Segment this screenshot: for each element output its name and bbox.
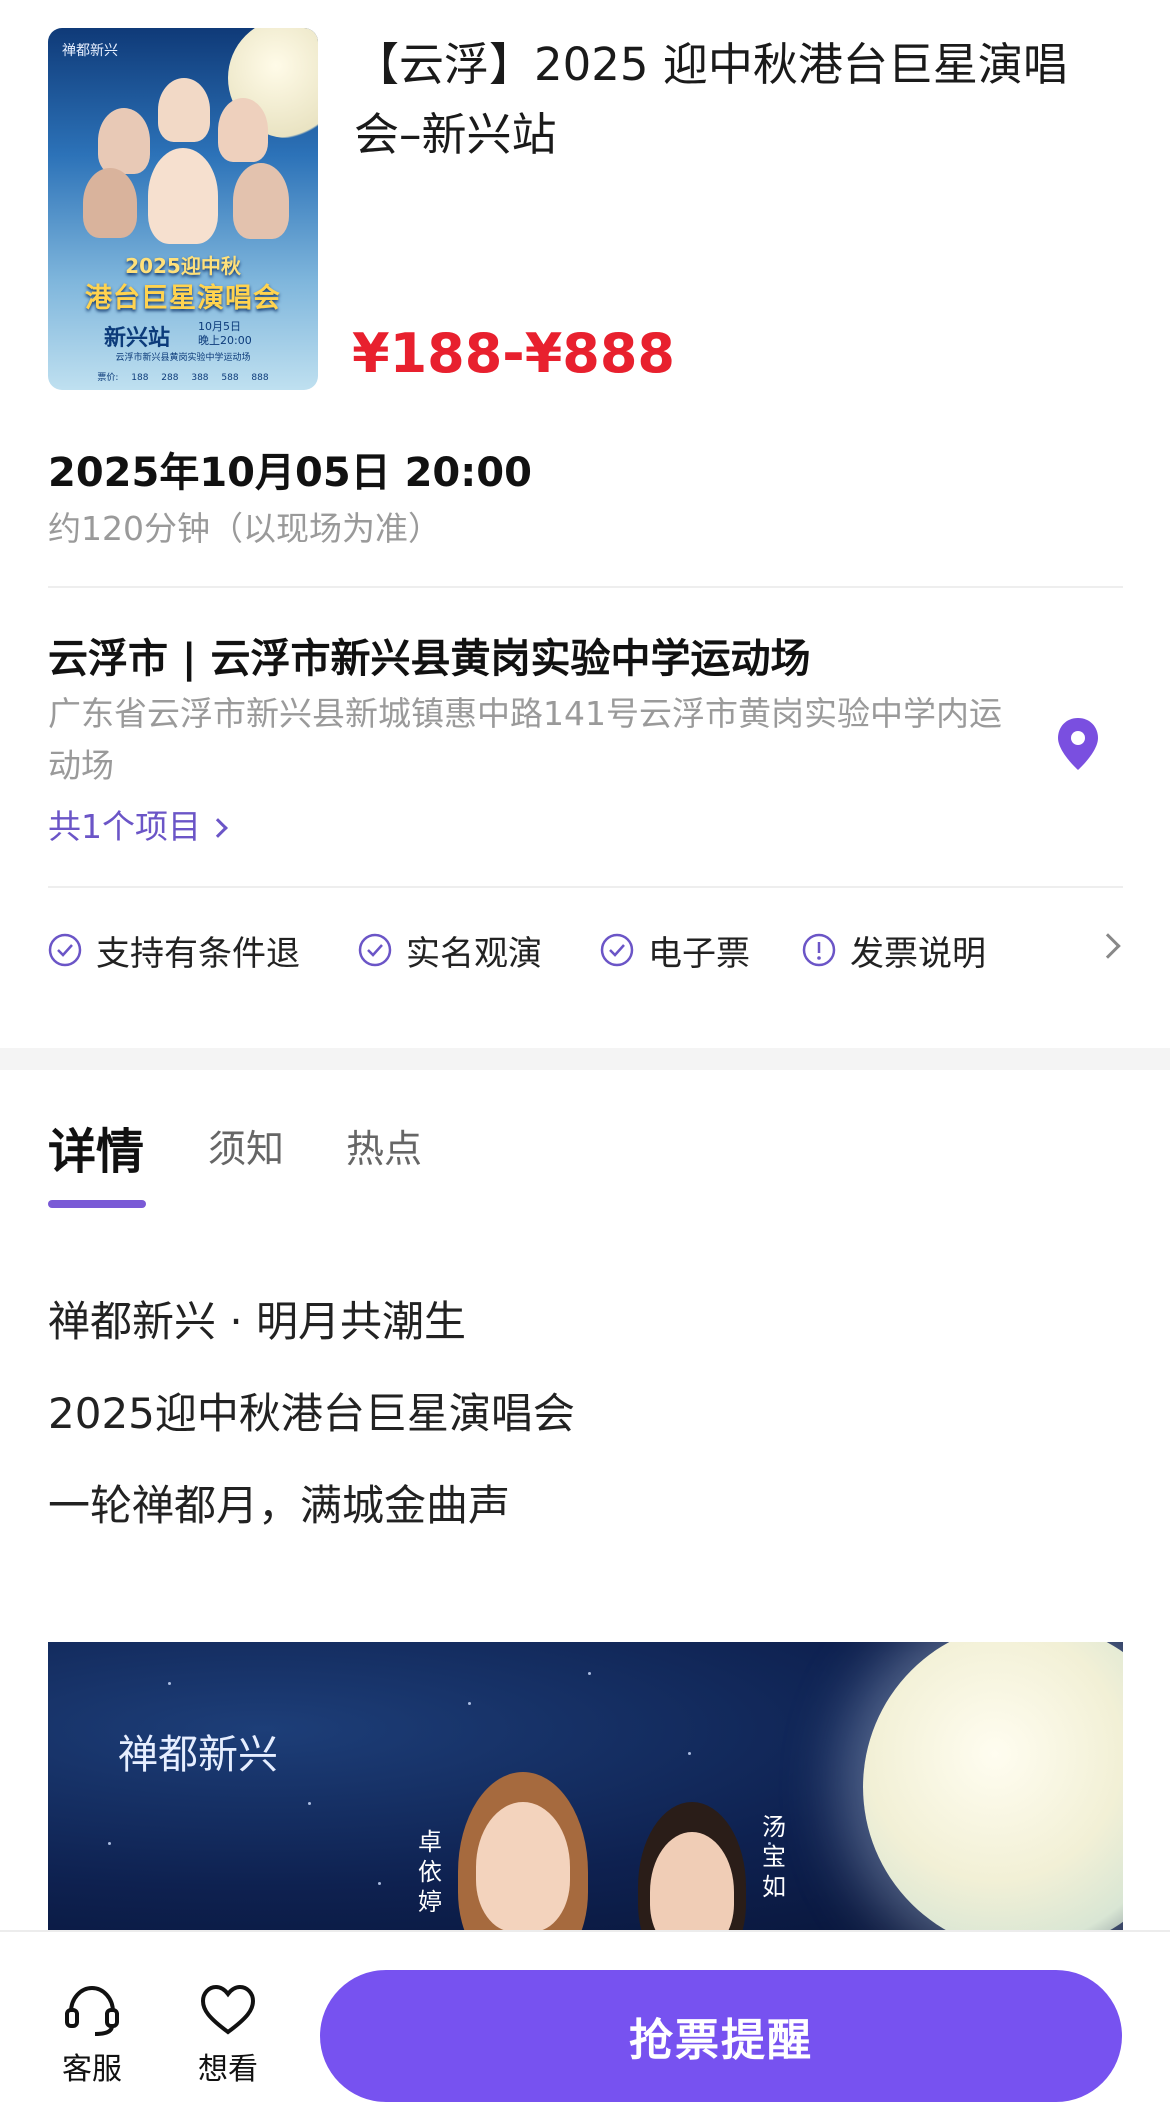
event-title: 【云浮】2025 迎中秋港台巨星演唱会–新兴站 [354, 38, 1068, 161]
banner-brand: 禅都新兴 [118, 1732, 278, 1778]
description-line: 2025迎中秋港台巨星演唱会 [48, 1389, 575, 1438]
venue-address: 广东省云浮市新兴县新城镇惠中路141号云浮市黄岗实验中学内运动场 [48, 694, 1002, 785]
project-count-label: 共1个项目 [48, 807, 201, 846]
tab-hot[interactable]: 热点 [346, 1118, 422, 1173]
location-pin-icon[interactable] [1054, 716, 1102, 772]
event-datetime: 2025年10月05日 20:00 [48, 450, 532, 496]
poster-date-day: 10月5日 [198, 320, 241, 333]
service-features[interactable]: 支持有条件退 实名观演 电子票 发票说明 [48, 925, 1123, 975]
divider [48, 886, 1123, 888]
feature-label: 电子票 [648, 933, 750, 974]
banner-artist-name: 卓依婷 [418, 1828, 442, 1916]
banner-moon [863, 1642, 1123, 1932]
customer-service-button[interactable]: 客服 [42, 1982, 142, 2088]
chevron-right-icon [208, 818, 228, 838]
feature-label: 实名观演 [406, 933, 542, 974]
check-circle-icon [48, 933, 82, 967]
poster-title-line1: 2025迎中秋 [125, 254, 241, 278]
banner-artist-name: 汤宝如 [762, 1813, 786, 1901]
feature-invoice: 发票说明 [802, 925, 986, 975]
divider [48, 586, 1123, 588]
price-range: ¥188-¥888 [352, 322, 675, 385]
check-circle-icon [600, 933, 634, 967]
poster-brand: 禅都新兴 [62, 43, 118, 59]
detail-banner-image: 禅都新兴 卓依婷 汤宝如 [48, 1642, 1123, 1932]
section-gap [0, 1048, 1170, 1070]
tab-indicator [48, 1200, 146, 1208]
poster-date-time: 晚上20:00 [198, 334, 252, 347]
heart-icon [200, 1984, 256, 2035]
poster-venue: 云浮市新兴县黄岗实验中学运动场 [115, 353, 251, 363]
tab-details[interactable]: 详情 [48, 1112, 144, 1182]
check-circle-icon [358, 933, 392, 967]
feature-refund: 支持有条件退 [48, 925, 300, 975]
venue-name[interactable]: 云浮市 | 云浮市新兴县黄岗实验中学运动场 [48, 626, 810, 684]
poster-prices: 票价: 188 288 388 588 888 [97, 373, 269, 383]
detail-tabs: 详情 须知 热点 [0, 1070, 1170, 1220]
exclamation-circle-icon [802, 933, 836, 967]
banner-artist-face [476, 1802, 570, 1932]
bottom-action-bar: 客服 想看 抢票提醒 [0, 1930, 1170, 2125]
event-duration: 约120分钟（以现场为准） [48, 509, 441, 548]
ticket-alert-button[interactable]: 抢票提醒 [320, 1970, 1122, 2102]
feature-label: 支持有条件退 [96, 933, 300, 974]
headset-icon [65, 1985, 119, 2036]
project-count-link[interactable]: 共1个项目 [48, 800, 228, 848]
customer-service-label: 客服 [62, 2052, 122, 2087]
description-line: 一轮禅都月，满城金曲声 [48, 1481, 511, 1530]
want-to-see-button[interactable]: 想看 [178, 1982, 278, 2088]
poster-date: 10月5日 晚上20:00 [198, 320, 252, 348]
chevron-right-icon[interactable] [1095, 933, 1121, 959]
feature-label: 发票说明 [850, 933, 986, 974]
description-line: 禅都新兴 · 明月共潮生 [48, 1297, 467, 1346]
poster-title-line2: 港台巨星演唱会 [85, 283, 281, 314]
want-to-see-label: 想看 [198, 2052, 258, 2087]
tab-notice[interactable]: 须知 [208, 1118, 284, 1173]
poster-artists [68, 68, 308, 248]
feature-e-ticket: 电子票 [600, 925, 750, 975]
poster-station: 新兴站 [104, 326, 171, 351]
event-poster[interactable]: 禅都新兴 2025迎中秋 港台巨星演唱会 新兴站 10月5日 晚上20:00 云… [48, 28, 318, 390]
feature-real-name: 实名观演 [358, 925, 542, 975]
event-header: 禅都新兴 2025迎中秋 港台巨星演唱会 新兴站 10月5日 晚上20:00 云… [0, 0, 1170, 1048]
